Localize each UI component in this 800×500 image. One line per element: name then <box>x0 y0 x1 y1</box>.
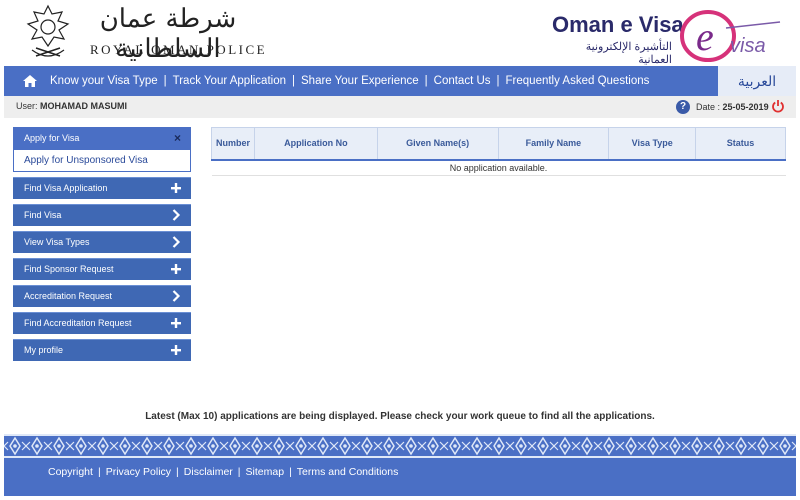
column-header-given-names[interactable]: Given Name(s) <box>376 127 499 161</box>
column-header-number[interactable]: Number <box>211 127 255 161</box>
royal-oman-police-emblem-icon <box>26 4 70 57</box>
sidebar-item-label: View Visa Types <box>24 237 90 247</box>
chevron-right-icon <box>172 209 181 221</box>
nav-separator: | <box>424 75 428 87</box>
sidebar-menu: Apply for Visa × Apply for Unsponsored V… <box>13 127 191 366</box>
sidebar-item-find-visa-application[interactable]: Find Visa Application <box>13 177 191 199</box>
footer-link-terms[interactable]: Terms and Conditions <box>293 466 403 478</box>
main-nav: Know your Visa Type | Track Your Applica… <box>4 66 718 96</box>
empty-table-message: No application available. <box>211 159 786 176</box>
sidebar-item-find-sponsor-request[interactable]: Find Sponsor Request <box>13 258 191 280</box>
sidebar-item-my-profile[interactable]: My profile <box>13 339 191 361</box>
evisa-title: Oman e Visa <box>552 12 684 37</box>
sidebar-item-label: My profile <box>24 345 64 355</box>
close-icon[interactable]: × <box>174 131 181 145</box>
sidebar-item-label: Find Sponsor Request <box>24 264 114 274</box>
column-header-status[interactable]: Status <box>695 127 786 161</box>
sidebar-item-label: Find Visa <box>24 210 62 220</box>
footer-link-privacy-policy[interactable]: Privacy Policy <box>102 466 175 478</box>
table-row: No application available. <box>211 159 786 176</box>
chevron-right-icon <box>172 236 181 248</box>
applications-notice: Latest (Max 10) applications are being d… <box>145 411 655 422</box>
sidebar-item-find-visa[interactable]: Find Visa <box>13 204 191 226</box>
svg-text:e: e <box>696 14 714 59</box>
evisa-arabic-title: التأشيرة الإلكترونية العمانية <box>585 41 672 66</box>
user-name: MOHAMAD MASUMI <box>40 101 128 111</box>
nav-track-application[interactable]: Track Your Application <box>169 75 290 87</box>
nav-faq[interactable]: Frequently Asked Questions <box>502 75 654 87</box>
column-header-visa-type[interactable]: Visa Type <box>608 127 697 161</box>
nav-separator: | <box>163 75 167 87</box>
rop-english-title: ROYAL OMAN POLICE <box>90 42 268 57</box>
nav-contact-us[interactable]: Contact Us <box>430 75 495 87</box>
plus-icon <box>171 264 181 274</box>
nav-separator: | <box>496 75 500 87</box>
date-value: 25-05-2019 <box>722 102 769 112</box>
user-info: User: MOHAMAD MASUMI <box>16 101 127 111</box>
svg-text:visa: visa <box>730 35 766 57</box>
sidebar-item-find-accreditation-request[interactable]: Find Accreditation Request <box>13 312 191 334</box>
footer: Copyright | Privacy Policy | Disclaimer … <box>4 458 796 496</box>
column-header-family-name[interactable]: Family Name <box>497 127 610 161</box>
user-bar: User: MOHAMAD MASUMI ? Date : 25-05-2019 <box>4 96 796 118</box>
language-switch-arabic[interactable]: العربية <box>718 66 796 96</box>
decorative-pattern-band <box>4 434 796 458</box>
plus-icon <box>171 345 181 355</box>
help-icon[interactable]: ? <box>676 100 690 114</box>
date-display: Date : 25-05-2019 <box>696 102 769 112</box>
sidebar-item-label: Accreditation Request <box>24 291 113 301</box>
sidebar-item-label: Find Visa Application <box>24 183 108 193</box>
sidebar-item-accreditation-request[interactable]: Accreditation Request <box>13 285 191 307</box>
chevron-right-icon <box>172 290 181 302</box>
sidebar-item-view-visa-types[interactable]: View Visa Types <box>13 231 191 253</box>
nav-share-experience[interactable]: Share Your Experience <box>297 75 423 87</box>
date-label: Date : <box>696 102 721 112</box>
plus-icon <box>171 318 181 328</box>
user-label: User: <box>16 101 38 111</box>
footer-link-sitemap[interactable]: Sitemap <box>242 466 289 478</box>
sidebar-item-label: Find Accreditation Request <box>24 318 132 328</box>
sidebar-item-label: Apply for Visa <box>24 133 80 143</box>
header: شرطة عمان السلطانية ROYAL OMAN POLICE Om… <box>0 0 800 66</box>
column-header-application-no[interactable]: Application No <box>253 127 378 161</box>
sidebar-apply-for-visa[interactable]: Apply for Visa × <box>13 127 191 149</box>
home-icon[interactable] <box>22 73 38 89</box>
plus-icon <box>171 183 181 193</box>
evisa-logo-icon: e visa <box>680 10 781 62</box>
footer-link-disclaimer[interactable]: Disclaimer <box>180 466 237 478</box>
applications-table: Number Application No Given Name(s) Fami… <box>211 127 786 176</box>
footer-link-copyright[interactable]: Copyright <box>44 466 97 478</box>
table-header-row: Number Application No Given Name(s) Fami… <box>211 127 786 161</box>
logout-power-icon[interactable] <box>771 99 785 113</box>
sidebar-apply-unsponsored-visa[interactable]: Apply for Unsponsored Visa <box>13 149 191 172</box>
nav-know-visa-type[interactable]: Know your Visa Type <box>46 75 162 87</box>
nav-separator: | <box>292 75 295 87</box>
